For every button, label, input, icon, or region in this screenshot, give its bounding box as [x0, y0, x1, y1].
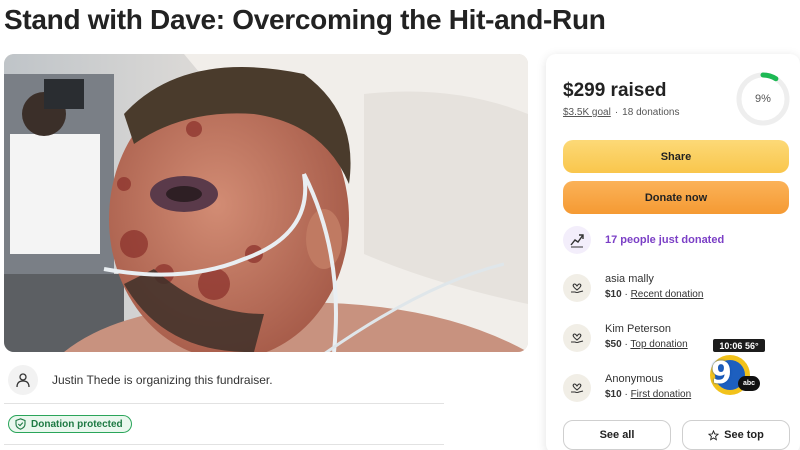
divider — [4, 403, 444, 404]
see-all-button[interactable]: See all — [563, 420, 671, 450]
campaign-photo — [4, 54, 528, 352]
donor-name: asia mally — [605, 273, 654, 285]
person-icon — [8, 365, 38, 395]
shield-check-icon — [15, 418, 26, 430]
donor-tag-link[interactable]: Recent donation — [631, 289, 704, 300]
donation-count: 18 donations — [622, 107, 680, 118]
share-button[interactable]: Share — [563, 140, 789, 173]
donor-name: Kim Peterson — [605, 323, 672, 335]
donate-now-button[interactable]: Donate now — [563, 181, 789, 214]
progress-percent: 9% — [755, 93, 771, 105]
divider — [4, 444, 444, 445]
page-title: Stand with Dave: Overcoming the Hit-and-… — [4, 4, 606, 35]
see-top-label: See top — [724, 429, 764, 441]
amount-raised: $299 raised — [563, 80, 667, 101]
goal-link[interactable]: $3.5K goal — [563, 107, 611, 118]
badge-label: Donation protected — [31, 418, 123, 430]
network-logo: abc — [738, 376, 760, 391]
donor-name: Anonymous — [605, 373, 664, 385]
donor-tag-link[interactable]: Top donation — [630, 339, 687, 350]
organizer-row: Justin Thede is organizing this fundrais… — [4, 362, 444, 398]
heart-hand-icon — [563, 274, 591, 302]
trending-row: 17 people just donated — [563, 226, 724, 254]
donation-protected-badge[interactable]: Donation protected — [8, 415, 132, 433]
donor-tag-link[interactable]: First donation — [631, 389, 692, 400]
trending-text: 17 people just donated — [605, 234, 725, 246]
organizer-text: Justin Thede is organizing this fundrais… — [52, 373, 273, 387]
heart-hand-icon — [563, 374, 591, 402]
donor-item: asia mally $10 · Recent donation — [563, 272, 703, 302]
heart-hand-icon — [563, 324, 591, 352]
donor-item: Kim Peterson $50 · Top donation — [563, 322, 688, 352]
goal-line: $3.5K goal · 18 donations — [563, 107, 680, 118]
see-top-button[interactable]: See top — [682, 420, 790, 450]
donor-amount: $10 — [605, 389, 622, 400]
channel-number: 9 — [711, 356, 732, 391]
trend-up-icon — [563, 226, 591, 254]
time-temperature: 10:06 56° — [713, 339, 765, 352]
star-icon — [708, 429, 720, 441]
donor-item: Anonymous $10 · First donation — [563, 372, 691, 402]
donor-amount: $50 — [605, 339, 622, 350]
donor-amount: $10 — [605, 289, 622, 300]
